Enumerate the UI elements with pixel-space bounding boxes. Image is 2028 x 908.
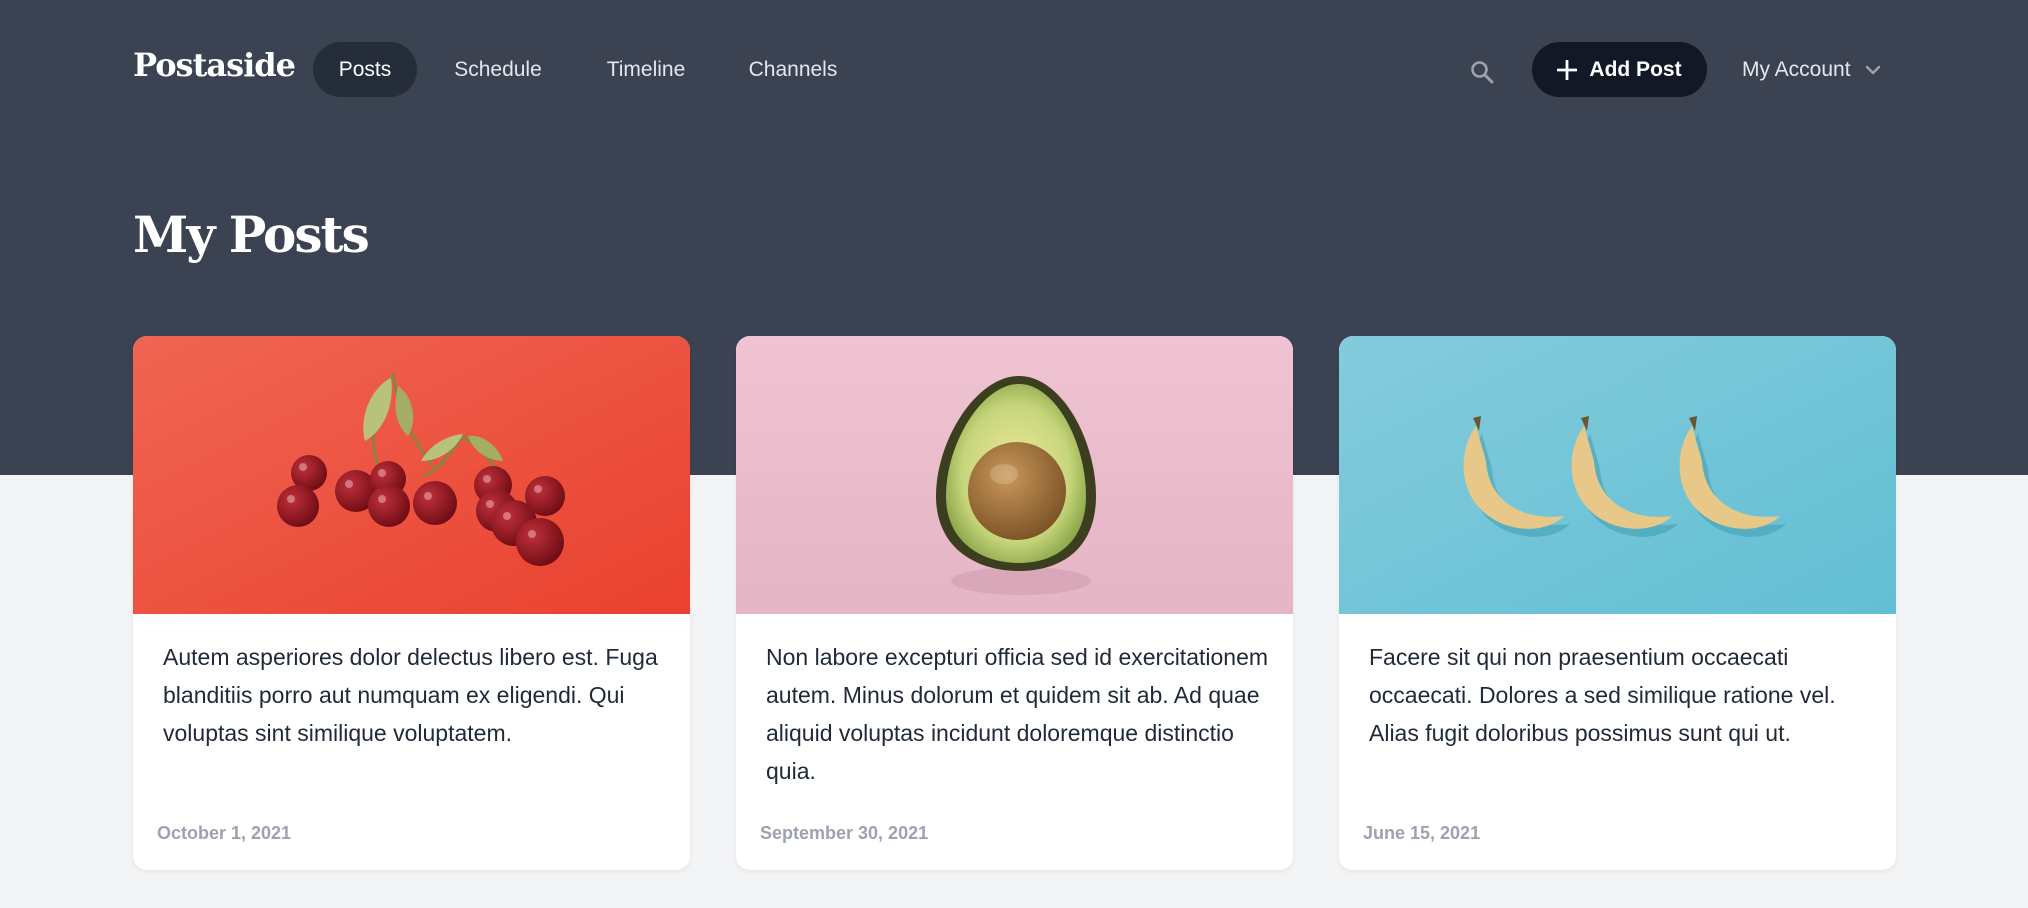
post-text: Facere sit qui non praesentium occaecati… (1369, 644, 1836, 746)
post-image-bananas (1339, 336, 1896, 614)
post-date: October 1, 2021 (157, 823, 292, 843)
post-text: Non labore excepturi officia sed id exer… (766, 644, 1269, 784)
nav-item-timeline[interactable]: Timeline (590, 42, 702, 97)
plus-icon (1557, 59, 1578, 80)
page-title: My Posts (133, 205, 370, 264)
nav-item-schedule[interactable]: Schedule (437, 42, 559, 97)
add-post-button[interactable]: Add Post (1532, 42, 1707, 97)
nav-item-posts[interactable]: Posts (313, 42, 417, 97)
logo[interactable]: Postaside (133, 46, 296, 84)
post-date: June 15, 2021 (1363, 823, 1481, 843)
top-navbar: Postaside Posts Schedule Timeline Channe… (0, 0, 2028, 140)
post-image-cherries (133, 336, 690, 614)
post-card[interactable]: Autem asperiores dolor delectus libero e… (133, 336, 690, 870)
my-account-menu[interactable]: My Account (1742, 42, 1881, 97)
post-image-avocado (736, 336, 1293, 614)
my-account-label: My Account (1742, 57, 1851, 81)
post-text: Autem asperiores dolor delectus libero e… (163, 644, 658, 746)
post-card[interactable]: Facere sit qui non praesentium occaecati… (1339, 336, 1896, 870)
chevron-down-icon (1865, 65, 1880, 74)
add-post-label: Add Post (1589, 57, 1682, 81)
post-card[interactable]: Non labore excepturi officia sed id exer… (736, 336, 1293, 870)
nav-item-channels[interactable]: Channels (733, 42, 853, 97)
search-icon (1471, 61, 1494, 84)
search-button[interactable] (1462, 52, 1502, 92)
post-date: September 30, 2021 (760, 823, 929, 843)
